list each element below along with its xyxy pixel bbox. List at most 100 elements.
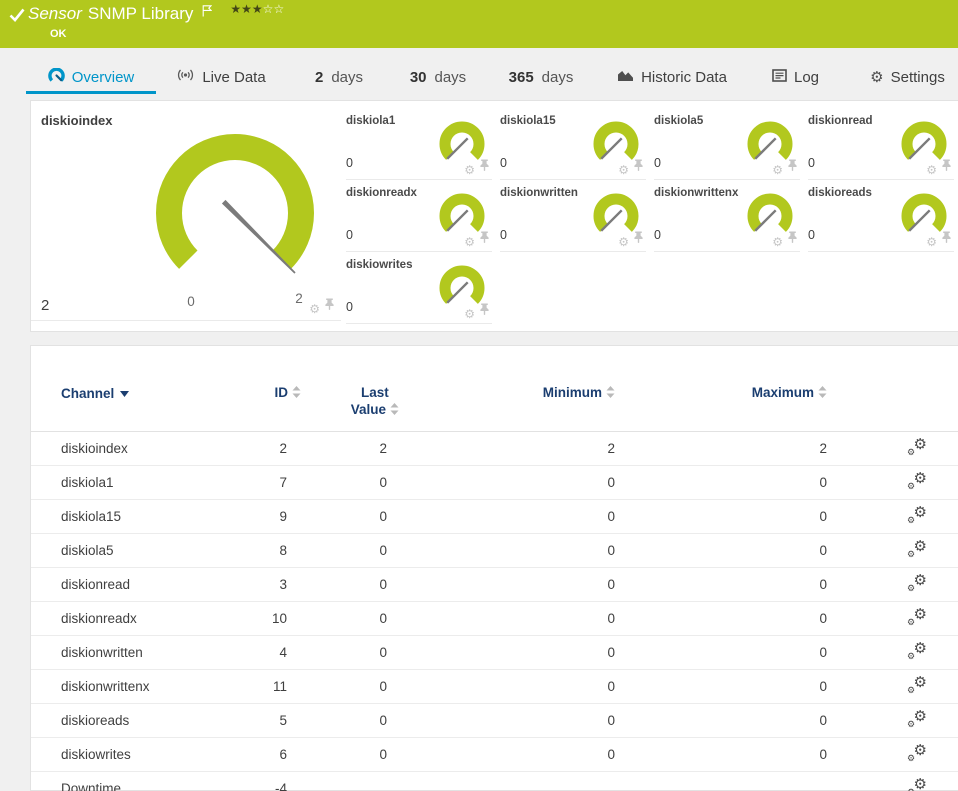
channel-settings-icon[interactable]: ⚙⚙ xyxy=(907,641,927,661)
cell-channel: diskionwritten xyxy=(31,635,211,670)
cell-id: 10 xyxy=(211,601,291,636)
gear-icon[interactable]: ⚙ xyxy=(926,164,937,176)
cell-last_value: 0 xyxy=(291,601,391,636)
tab-live-data[interactable]: Live Data xyxy=(178,63,266,94)
tab-365-days[interactable]: 365 days xyxy=(509,63,574,94)
pin-icon[interactable] xyxy=(479,230,490,248)
flag-icon[interactable] xyxy=(202,4,213,22)
channel-settings-icon[interactable]: ⚙⚙ xyxy=(907,505,927,525)
gear-icon[interactable]: ⚙ xyxy=(618,164,629,176)
gear-icon[interactable]: ⚙ xyxy=(464,164,475,176)
cell-actions: ⚙⚙ xyxy=(831,635,958,670)
tab-log[interactable]: Log xyxy=(772,63,819,94)
cell-actions: ⚙⚙ xyxy=(831,431,958,466)
pin-icon[interactable] xyxy=(633,230,644,248)
tab-overview[interactable]: Overview xyxy=(26,63,156,94)
gauge-value: 0 xyxy=(808,228,815,242)
main-gauge-value: 2 xyxy=(41,297,50,314)
tab-30-days[interactable]: 30 days xyxy=(410,63,467,94)
channel-settings-icon[interactable]: ⚙⚙ xyxy=(907,777,927,791)
gear-icon[interactable]: ⚙ xyxy=(772,164,783,176)
cell-id: -4 xyxy=(211,771,291,791)
channel-settings-icon[interactable]: ⚙⚙ xyxy=(907,573,927,593)
channel-settings-icon[interactable]: ⚙⚙ xyxy=(907,743,927,763)
cell-channel: diskiola1 xyxy=(31,465,211,500)
gauge-arc xyxy=(747,121,793,160)
gear-icon[interactable]: ⚙ xyxy=(309,303,320,315)
cell-actions: ⚙⚙ xyxy=(831,771,958,791)
pin-icon[interactable] xyxy=(941,230,952,248)
column-header-channel[interactable]: Channel xyxy=(31,384,211,432)
channel-settings-icon[interactable]: ⚙⚙ xyxy=(907,539,927,559)
pin-icon[interactable] xyxy=(324,297,335,315)
star-empty-icon[interactable]: ☆ xyxy=(273,2,284,16)
channel-settings-icon[interactable]: ⚙⚙ xyxy=(907,709,927,729)
star-empty-icon[interactable]: ☆ xyxy=(263,2,274,16)
pin-icon[interactable] xyxy=(479,302,490,320)
channel-settings-icon[interactable]: ⚙⚙ xyxy=(907,471,927,491)
star-filled-icon[interactable]: ★ xyxy=(241,2,252,16)
pin-icon[interactable] xyxy=(479,158,490,176)
cell-channel: diskionread xyxy=(31,567,211,602)
channel-settings-icon[interactable]: ⚙⚙ xyxy=(907,675,927,695)
tab-settings[interactable]: ⚙ Settings xyxy=(870,63,945,94)
cell-actions: ⚙⚙ xyxy=(831,533,958,568)
pin-icon[interactable] xyxy=(787,230,798,248)
gear-icon[interactable]: ⚙ xyxy=(464,236,475,248)
gauge-arc xyxy=(439,193,485,232)
priority-stars[interactable]: ★★★☆☆ xyxy=(230,2,284,16)
cell-channel: diskionreadx xyxy=(31,601,211,636)
gauge-scale-min: 0 xyxy=(187,294,195,309)
cell-last_value: 0 xyxy=(291,465,391,500)
pin-icon[interactable] xyxy=(941,158,952,176)
star-filled-icon[interactable]: ★ xyxy=(230,2,241,16)
sensor-type-label: Sensor xyxy=(28,4,82,23)
column-header-minimum[interactable]: Minimum xyxy=(391,384,619,432)
channel-settings-icon[interactable]: ⚙⚙ xyxy=(907,607,927,627)
cell-last_value xyxy=(291,771,391,791)
gauge-title: diskiola5 xyxy=(654,115,704,127)
cell-id: 5 xyxy=(211,703,291,738)
cell-channel: diskioreads xyxy=(31,703,211,738)
column-header-maximum[interactable]: Maximum xyxy=(619,384,831,432)
tab-historic-data[interactable]: Historic Data xyxy=(618,63,727,94)
gauge-panel-diskionread: diskionread 0 ⚙ xyxy=(808,108,954,180)
gauge-actions: ⚙ xyxy=(926,158,952,176)
gauge-value: 0 xyxy=(500,228,507,242)
prtg-sensor-page: Sensor SNMP Library ★★★☆☆ OK Overview Liv… xyxy=(0,0,958,791)
channel-settings-icon[interactable]: ⚙⚙ xyxy=(907,437,927,457)
gauge-panel-diskiola5: diskiola5 0 ⚙ xyxy=(654,108,800,180)
gauge-actions: ⚙ xyxy=(618,158,644,176)
tab-label: Overview xyxy=(71,68,135,86)
gear-icon[interactable]: ⚙ xyxy=(926,236,937,248)
gear-icon[interactable]: ⚙ xyxy=(464,308,475,320)
gear-icon[interactable]: ⚙ xyxy=(772,236,783,248)
cell-maximum: 0 xyxy=(619,635,831,670)
column-header-id[interactable]: ID xyxy=(211,384,301,432)
cell-actions: ⚙⚙ xyxy=(831,499,958,534)
pin-icon[interactable] xyxy=(633,158,644,176)
gear-icon[interactable]: ⚙ xyxy=(618,236,629,248)
small-gauges-grid: diskiola1 0 ⚙ diskiola15 0 ⚙ diskiola5 0 ⚙ diskio… xyxy=(346,108,958,324)
channel-row-diskionreadx: diskionreadx 10 0 0 0 ⚙ ⚙ xyxy=(31,601,958,636)
gauge-title: diskiola15 xyxy=(500,115,556,127)
gauge-panel-diskionreadx: diskionreadx 0 ⚙ xyxy=(346,180,492,252)
log-icon xyxy=(772,68,787,86)
cell-actions: ⚙⚙ xyxy=(831,737,958,772)
tab-2-days[interactable]: 2 days xyxy=(315,63,363,94)
star-filled-icon[interactable]: ★ xyxy=(252,2,263,16)
pin-icon[interactable] xyxy=(787,158,798,176)
gauge-arc xyxy=(156,134,314,269)
main-gauge-actions: ⚙ xyxy=(309,297,335,315)
cell-actions: ⚙⚙ xyxy=(831,465,958,500)
cell-id: 2 xyxy=(211,431,291,466)
gauge-panel-diskiowrites: diskiowrites 0 ⚙ xyxy=(346,252,492,324)
gauge-arc xyxy=(439,121,485,160)
column-header-last-value[interactable]: Last Value xyxy=(291,384,399,432)
channel-row-Downtime: Downtime-4 ⚙⚙ xyxy=(31,771,958,791)
gauge-value: 0 xyxy=(346,300,353,314)
cell-actions: ⚙⚙ xyxy=(831,703,958,738)
status-check-icon xyxy=(9,8,25,27)
tab-unit: days xyxy=(434,68,467,86)
cell-last_value: 0 xyxy=(291,533,391,568)
